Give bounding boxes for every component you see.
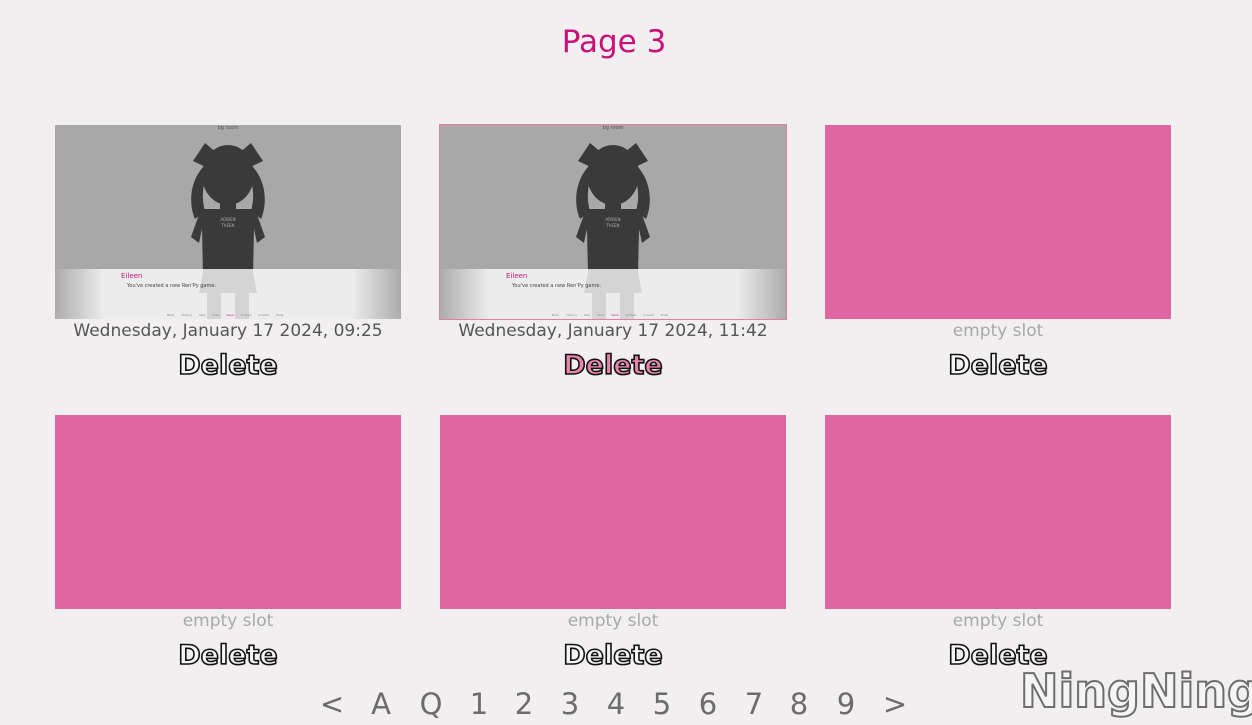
quick-menu-item: Back [552, 313, 560, 317]
page-9-button[interactable]: 9 [837, 686, 855, 722]
page-6-button[interactable]: 6 [699, 686, 717, 722]
speaker-name: Eileen [506, 272, 528, 280]
shirt-text-line-2: ThEEN [605, 223, 619, 228]
watermark: NingNing [1019, 663, 1252, 719]
dialogue-text: You've created a new Ren'Py game. [127, 283, 217, 289]
quick-menu-item: Skip [198, 313, 206, 317]
next-page-button[interactable]: > [883, 686, 907, 722]
delete-button[interactable]: Delete [440, 639, 786, 673]
slot-thumbnail[interactable] [440, 415, 786, 609]
delete-button[interactable]: Delete [825, 349, 1171, 383]
page-3-button[interactable]: 3 [561, 686, 579, 722]
save-slot-3[interactable]: empty slot Delete [825, 124, 1171, 396]
save-slot-6[interactable]: empty slot Delete [825, 414, 1171, 686]
quick-menu-item: Q.Load [643, 313, 654, 317]
shirt-text-line-1: ADWEN [605, 217, 620, 222]
quick-menu-item: Q.Save [240, 313, 252, 317]
quick-menu-item: Prefs [275, 313, 284, 317]
page-title: Page 3 [561, 24, 667, 60]
auto-saves-page-button[interactable]: A [371, 686, 391, 722]
slot-empty-label: empty slot [952, 321, 1044, 341]
quick-menu-item: Auto [212, 313, 220, 317]
dialogue-box: Eileen You've created a new Ren'Py game.… [440, 269, 786, 319]
quick-menu-item: Save [611, 313, 619, 317]
quick-menu-item: Q.Load [258, 313, 269, 317]
delete-button[interactable]: Delete [55, 639, 401, 673]
save-slot-4[interactable]: empty slot Delete [55, 414, 401, 686]
slot-thumbnail[interactable] [825, 415, 1171, 609]
slot-thumbnail[interactable] [825, 125, 1171, 319]
slot-empty-label: empty slot [952, 611, 1044, 631]
quick-menu-item: History [566, 313, 577, 317]
page-5-button[interactable]: 5 [653, 686, 671, 722]
save-slot-1[interactable]: bg room ADWEN ThEEN Eileen You've create… [55, 124, 401, 396]
page-2-button[interactable]: 2 [515, 686, 533, 722]
quick-saves-page-button[interactable]: Q [420, 686, 443, 722]
quick-menu-item: Skip [583, 313, 591, 317]
slot-thumbnail[interactable]: bg room ADWEN ThEEN Eileen You've create… [439, 124, 787, 320]
save-slot-2[interactable]: bg room ADWEN ThEEN Eileen You've create… [439, 124, 787, 396]
slot-timestamp: Wednesday, January 17 2024, 09:25 [73, 321, 383, 341]
save-slot-5[interactable]: empty slot Delete [440, 414, 786, 686]
quick-menu: Back History Skip Auto Save Q.Save Q.Loa… [167, 313, 283, 317]
delete-button[interactable]: Delete [55, 349, 401, 383]
quick-menu-item: Back [167, 313, 175, 317]
quick-menu: Back History Skip Auto Save Q.Save Q.Loa… [552, 313, 668, 317]
shirt-text-line-1: ADWEN [220, 217, 235, 222]
page-4-button[interactable]: 4 [607, 686, 625, 722]
slot-thumbnail[interactable] [55, 415, 401, 609]
dialogue-box: Eileen You've created a new Ren'Py game.… [55, 269, 401, 319]
speaker-name: Eileen [121, 272, 143, 280]
slot-empty-label: empty slot [567, 611, 659, 631]
quick-menu-item: Q.Save [625, 313, 637, 317]
slot-empty-label: empty slot [182, 611, 274, 631]
quick-menu-item: Save [226, 313, 234, 317]
delete-button[interactable]: Delete [440, 349, 786, 383]
quick-menu-item: Auto [597, 313, 605, 317]
shirt-text-line-2: ThEEN [220, 223, 234, 228]
page-7-button[interactable]: 7 [745, 686, 763, 722]
slot-timestamp: Wednesday, January 17 2024, 11:42 [458, 321, 768, 341]
page-1-button[interactable]: 1 [470, 686, 488, 722]
quick-menu-item: History [181, 313, 192, 317]
dialogue-text: You've created a new Ren'Py game. [512, 283, 602, 289]
quick-menu-item: Prefs [660, 313, 669, 317]
previous-page-button[interactable]: < [320, 686, 344, 722]
page-8-button[interactable]: 8 [790, 686, 808, 722]
slot-thumbnail[interactable]: bg room ADWEN ThEEN Eileen You've create… [55, 125, 401, 319]
